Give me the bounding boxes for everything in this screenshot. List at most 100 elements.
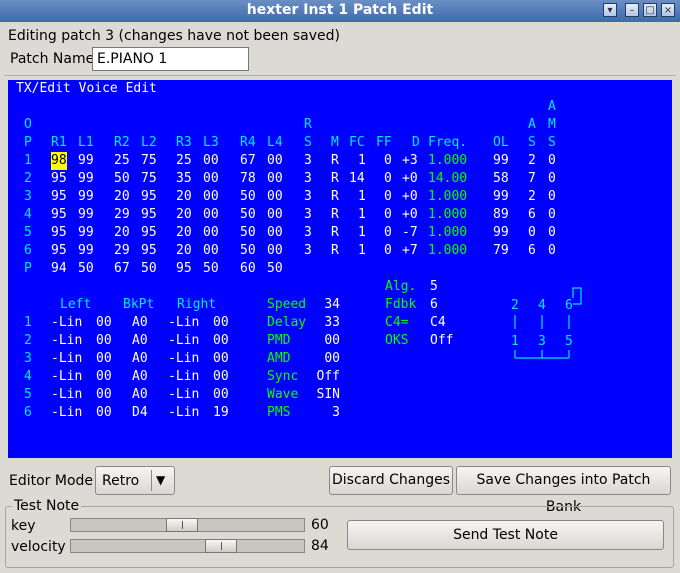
op2-am[interactable]: 0: [548, 170, 556, 188]
scaling-op6-lv[interactable]: 00: [96, 404, 112, 422]
scaling-op2-right[interactable]: -Lin: [168, 332, 199, 350]
op5-l1[interactable]: 99: [78, 224, 94, 242]
voice-edit-panel[interactable]: TX/Edit Voice Edit A O R A M P R1 L1 R2 …: [8, 80, 672, 458]
op2-ol[interactable]: 58: [493, 170, 509, 188]
op6-rs[interactable]: 3: [304, 242, 312, 260]
scaling-op2-bkpt[interactable]: A0: [132, 332, 148, 350]
op3-l3[interactable]: 00: [203, 188, 219, 206]
op6-l2[interactable]: 95: [141, 242, 157, 260]
op3-r1[interactable]: 95: [51, 188, 67, 206]
op4-l1[interactable]: 99: [78, 206, 94, 224]
pitch-r3[interactable]: 95: [176, 260, 192, 278]
op5-r3[interactable]: 20: [176, 224, 192, 242]
op3-am[interactable]: 0: [548, 188, 556, 206]
scaling-op6-left[interactable]: -Lin: [51, 404, 82, 422]
op5-freq[interactable]: 1.000: [428, 224, 467, 242]
op5-l2[interactable]: 95: [141, 224, 157, 242]
pitch-l3[interactable]: 50: [203, 260, 219, 278]
op1-l1[interactable]: 99: [78, 152, 94, 170]
op6-r4[interactable]: 50: [240, 242, 256, 260]
op6-r2[interactable]: 29: [114, 242, 130, 260]
op4-rs[interactable]: 3: [304, 206, 312, 224]
op5-r4[interactable]: 50: [240, 224, 256, 242]
global-value-3[interactable]: Off: [430, 332, 453, 350]
scaling-op1-rv[interactable]: 00: [213, 314, 229, 332]
op6-l1[interactable]: 99: [78, 242, 94, 260]
scaling-op3-left[interactable]: -Lin: [51, 350, 82, 368]
lfo-value-2[interactable]: 00: [324, 332, 340, 350]
op5-r2[interactable]: 20: [114, 224, 130, 242]
op6-l4[interactable]: 00: [267, 242, 283, 260]
op1-freq[interactable]: 1.000: [428, 152, 467, 170]
pitch-l4[interactable]: 50: [267, 260, 283, 278]
scaling-op4-rv[interactable]: 00: [213, 368, 229, 386]
scaling-op4-left[interactable]: -Lin: [51, 368, 82, 386]
pitch-r4[interactable]: 60: [240, 260, 256, 278]
scaling-op3-rv[interactable]: 00: [213, 350, 229, 368]
op5-ff[interactable]: 0: [384, 224, 392, 242]
op1-ff[interactable]: 0: [384, 152, 392, 170]
op4-l2[interactable]: 95: [141, 206, 157, 224]
op6-fc[interactable]: 1: [358, 242, 366, 260]
scaling-op4-bkpt[interactable]: A0: [132, 368, 148, 386]
editor-mode-select[interactable]: Retro ▼: [95, 466, 175, 495]
op6-freq[interactable]: 1.000: [428, 242, 467, 260]
op1-l2[interactable]: 75: [141, 152, 157, 170]
scaling-op4-right[interactable]: -Lin: [168, 368, 199, 386]
scaling-op5-rv[interactable]: 00: [213, 386, 229, 404]
op2-l3[interactable]: 00: [203, 170, 219, 188]
scaling-op5-lv[interactable]: 00: [96, 386, 112, 404]
pitch-r1[interactable]: 94: [51, 260, 67, 278]
op6-d[interactable]: +7: [402, 242, 418, 260]
op2-r4[interactable]: 78: [240, 170, 256, 188]
op6-ff[interactable]: 0: [384, 242, 392, 260]
op3-rs[interactable]: 3: [304, 188, 312, 206]
op3-m[interactable]: R: [331, 188, 339, 206]
op4-r2[interactable]: 29: [114, 206, 130, 224]
op1-r3[interactable]: 25: [176, 152, 192, 170]
maximize-button[interactable]: □: [643, 3, 657, 17]
op1-m[interactable]: R: [331, 152, 339, 170]
op1-v[interactable]: 2: [528, 152, 536, 170]
pitch-l2[interactable]: 50: [141, 260, 157, 278]
op5-m[interactable]: R: [331, 224, 339, 242]
op4-ol[interactable]: 89: [493, 206, 509, 224]
op3-fc[interactable]: 1: [358, 188, 366, 206]
op3-r3[interactable]: 20: [176, 188, 192, 206]
save-changes-button[interactable]: Save Changes into Patch Bank: [456, 466, 671, 515]
op2-l1[interactable]: 99: [78, 170, 94, 188]
window-menu-button[interactable]: ▾: [603, 3, 617, 17]
op4-am[interactable]: 0: [548, 206, 556, 224]
lfo-value-0[interactable]: 34: [324, 296, 340, 314]
velocity-slider[interactable]: [70, 539, 305, 553]
lfo-value-5[interactable]: SIN: [317, 386, 340, 404]
op2-rs[interactable]: 3: [304, 170, 312, 188]
lfo-value-3[interactable]: 00: [324, 350, 340, 368]
scaling-op2-left[interactable]: -Lin: [51, 332, 82, 350]
op2-l4[interactable]: 00: [267, 170, 283, 188]
scaling-op1-left[interactable]: -Lin: [51, 314, 82, 332]
op1-fc[interactable]: 1: [358, 152, 366, 170]
scaling-op3-lv[interactable]: 00: [96, 350, 112, 368]
velocity-slider-handle[interactable]: [205, 539, 237, 553]
op2-l2[interactable]: 75: [141, 170, 157, 188]
op2-freq[interactable]: 14.00: [428, 170, 467, 188]
scaling-op5-right[interactable]: -Lin: [168, 386, 199, 404]
close-button[interactable]: ×: [661, 3, 675, 17]
op5-ol[interactable]: 99: [493, 224, 509, 242]
scaling-op2-lv[interactable]: 00: [96, 332, 112, 350]
discard-changes-button[interactable]: Discard Changes: [329, 466, 453, 495]
send-test-note-button[interactable]: Send Test Note: [347, 520, 664, 550]
op3-r4[interactable]: 50: [240, 188, 256, 206]
op1-l3[interactable]: 00: [203, 152, 219, 170]
op4-freq[interactable]: 1.000: [428, 206, 467, 224]
op5-v[interactable]: 0: [528, 224, 536, 242]
op2-fc[interactable]: 14: [349, 170, 365, 188]
key-slider[interactable]: [70, 518, 305, 532]
op4-r4[interactable]: 50: [240, 206, 256, 224]
scaling-op3-right[interactable]: -Lin: [168, 350, 199, 368]
op1-am[interactable]: 0: [548, 152, 556, 170]
pitch-r2[interactable]: 67: [114, 260, 130, 278]
op4-l4[interactable]: 00: [267, 206, 283, 224]
op1-d[interactable]: +3: [402, 152, 418, 170]
